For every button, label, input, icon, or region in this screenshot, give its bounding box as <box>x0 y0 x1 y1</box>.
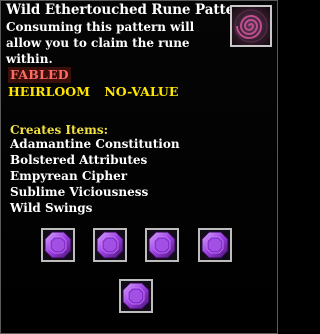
flag-heirloom: HEIRLOOM <box>8 84 90 99</box>
purple-gem-icon <box>95 230 125 260</box>
list-item: Adamantine Constitution <box>10 137 180 151</box>
reward-slot[interactable] <box>145 228 179 262</box>
reward-slot[interactable] <box>119 279 153 313</box>
creates-items-label: Creates Items: <box>10 123 109 137</box>
item-flags: HEIRLOOM NO-VALUE <box>8 84 188 99</box>
swirl-rune-icon <box>230 5 272 47</box>
list-item: Wild Swings <box>10 201 93 215</box>
reward-slot[interactable] <box>41 228 75 262</box>
purple-gem-icon <box>147 230 177 260</box>
item-tooltip: Wild Ethertouched Rune Pattern Consuming… <box>0 0 278 334</box>
flag-no-value: NO-VALUE <box>104 84 179 99</box>
purple-gem-icon <box>200 230 230 260</box>
list-item: Empyrean Cipher <box>10 169 128 183</box>
item-description: Consuming this pattern will allow you to… <box>6 20 195 66</box>
list-item: Bolstered Attributes <box>10 153 148 167</box>
reward-slot[interactable] <box>93 228 127 262</box>
list-item: Sublime Viciousness <box>10 185 149 199</box>
purple-gem-icon <box>43 230 73 260</box>
item-title: Wild Ethertouched Rune Pattern <box>6 2 251 18</box>
creates-items-list: Adamantine Constitution Bolstered Attrib… <box>10 136 180 216</box>
reward-slot[interactable] <box>198 228 232 262</box>
purple-gem-icon <box>121 281 151 311</box>
tier-badge: FABLED <box>8 67 71 83</box>
